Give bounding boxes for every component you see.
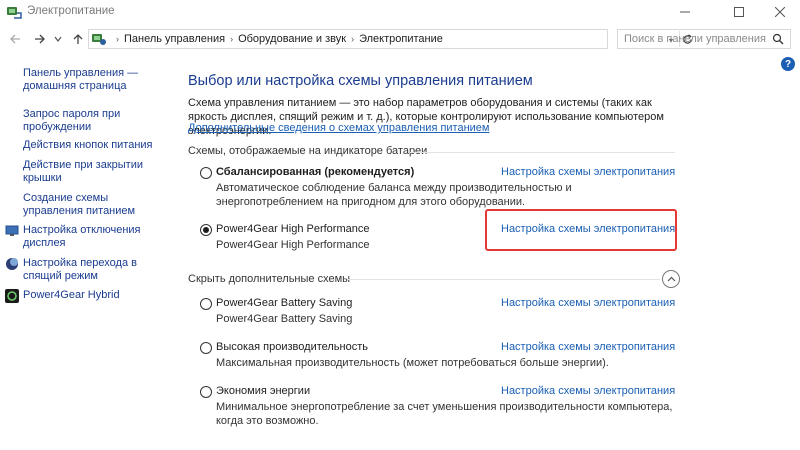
scrollbar[interactable] bbox=[788, 76, 796, 448]
arrow-left-icon bbox=[10, 34, 20, 44]
section-divider bbox=[410, 152, 675, 153]
arrow-up-icon bbox=[73, 34, 83, 44]
power-options-icon bbox=[7, 7, 22, 19]
sidebar-item-create-plan[interactable]: Создание схемы управления питанием bbox=[23, 192, 168, 218]
plan-high-performance-radio[interactable] bbox=[200, 342, 212, 354]
sidebar-item-power-buttons[interactable]: Действия кнопок питания bbox=[23, 139, 168, 152]
sidebar-home-link[interactable]: Панель управления — домашняя страница bbox=[23, 67, 163, 93]
plan-balanced-radio[interactable] bbox=[200, 167, 212, 179]
address-bar[interactable]: › Панель управления › Оборудование и зву… bbox=[88, 29, 692, 49]
main-content: Выбор или настройка схемы управления пит… bbox=[180, 52, 780, 450]
sidebar-item-sleep[interactable]: Настройка перехода в спящий режим bbox=[23, 257, 168, 283]
sidebar-item-lid-close[interactable]: Действие при закрытии крышки bbox=[23, 159, 168, 185]
arrow-right-icon bbox=[35, 34, 45, 44]
maximize-button[interactable] bbox=[716, 0, 762, 24]
minimize-button[interactable] bbox=[662, 0, 708, 24]
breadcrumb-separator: › bbox=[351, 34, 355, 44]
control-panel-window: Электропитание › Панель управления › Обо… bbox=[0, 0, 800, 450]
search-placeholder: Поиск в панели управления bbox=[624, 33, 766, 45]
navigation-bar: › Панель управления › Оборудование и зву… bbox=[0, 26, 800, 52]
search-icon[interactable] bbox=[772, 33, 784, 45]
section-header-hidden-plans: Скрыть дополнительные схемы bbox=[188, 273, 351, 285]
forward-button[interactable] bbox=[31, 30, 49, 48]
search-input[interactable]: Поиск в панели управления bbox=[617, 29, 791, 49]
recent-locations-button[interactable] bbox=[52, 30, 64, 48]
close-button[interactable] bbox=[760, 0, 800, 24]
breadcrumb-control-panel[interactable]: Панель управления bbox=[124, 33, 225, 45]
section-header-battery-plans: Схемы, отображаемые на индикаторе батаре… bbox=[188, 145, 428, 157]
up-button[interactable] bbox=[69, 30, 87, 48]
plan-p4g-battery-saving-description: Power4Gear Battery Saving bbox=[216, 313, 353, 325]
section-divider bbox=[348, 279, 660, 280]
page-title: Выбор или настройка схемы управления пит… bbox=[188, 73, 533, 89]
plan-p4g-battery-saving-settings-link[interactable]: Настройка схемы электропитания bbox=[501, 297, 675, 309]
plan-p4g-battery-saving-name[interactable]: Power4Gear Battery Saving bbox=[216, 297, 352, 309]
plan-high-performance-name[interactable]: Высокая производительность bbox=[216, 341, 368, 353]
highlight-annotation-box bbox=[485, 209, 677, 251]
breadcrumb-separator: › bbox=[230, 34, 234, 44]
sidebar-item-power4gear-hybrid[interactable]: Power4Gear Hybrid bbox=[23, 289, 168, 302]
plan-p4g-battery-saving-radio[interactable] bbox=[200, 298, 212, 310]
help-icon[interactable]: ? bbox=[781, 57, 795, 71]
chevron-down-icon bbox=[54, 36, 62, 42]
plan-high-performance-description: Максимальная производительность (может п… bbox=[216, 357, 609, 369]
plan-power-saver-settings-link[interactable]: Настройка схемы электропитания bbox=[501, 385, 675, 397]
more-info-link[interactable]: Дополнительные сведения о схемах управле… bbox=[188, 122, 490, 134]
plan-balanced-settings-link[interactable]: Настройка схемы электропитания bbox=[501, 166, 675, 178]
sidebar: Панель управления — домашняя страница За… bbox=[0, 52, 170, 450]
sidebar-item-password-on-wake[interactable]: Запрос пароля при пробуждении bbox=[23, 108, 168, 134]
plan-balanced-name[interactable]: Сбалансированная (рекомендуется) bbox=[216, 166, 414, 178]
window-title: Электропитание bbox=[27, 5, 115, 17]
plan-power-saver-radio[interactable] bbox=[200, 386, 212, 398]
title-bar: Электропитание bbox=[0, 0, 800, 24]
chevron-up-icon bbox=[667, 276, 675, 281]
collapse-hidden-plans-button[interactable] bbox=[662, 270, 680, 288]
plan-p4g-high-performance-name[interactable]: Power4Gear High Performance bbox=[216, 223, 369, 235]
sleep-moon-icon bbox=[6, 258, 18, 270]
breadcrumb-hardware-sound[interactable]: Оборудование и звук bbox=[238, 33, 346, 45]
plan-power-saver-description: Минимальное энергопотребление за счет ум… bbox=[216, 401, 673, 427]
plan-high-performance-settings-link[interactable]: Настройка схемы электропитания bbox=[501, 341, 675, 353]
sidebar-item-display-off[interactable]: Настройка отключения дисплея bbox=[23, 224, 168, 250]
plan-power-saver-name[interactable]: Экономия энергии bbox=[216, 385, 310, 397]
back-button[interactable] bbox=[6, 30, 24, 48]
plan-balanced-description: Автоматическое соблюдение баланса между … bbox=[216, 182, 572, 208]
monitor-icon bbox=[5, 225, 19, 236]
breadcrumb-power-options[interactable]: Электропитание bbox=[359, 33, 443, 45]
control-panel-icon bbox=[92, 34, 106, 45]
power4gear-icon bbox=[5, 289, 19, 303]
plan-p4g-high-performance-radio[interactable] bbox=[200, 224, 212, 236]
breadcrumb-separator: › bbox=[116, 34, 119, 44]
